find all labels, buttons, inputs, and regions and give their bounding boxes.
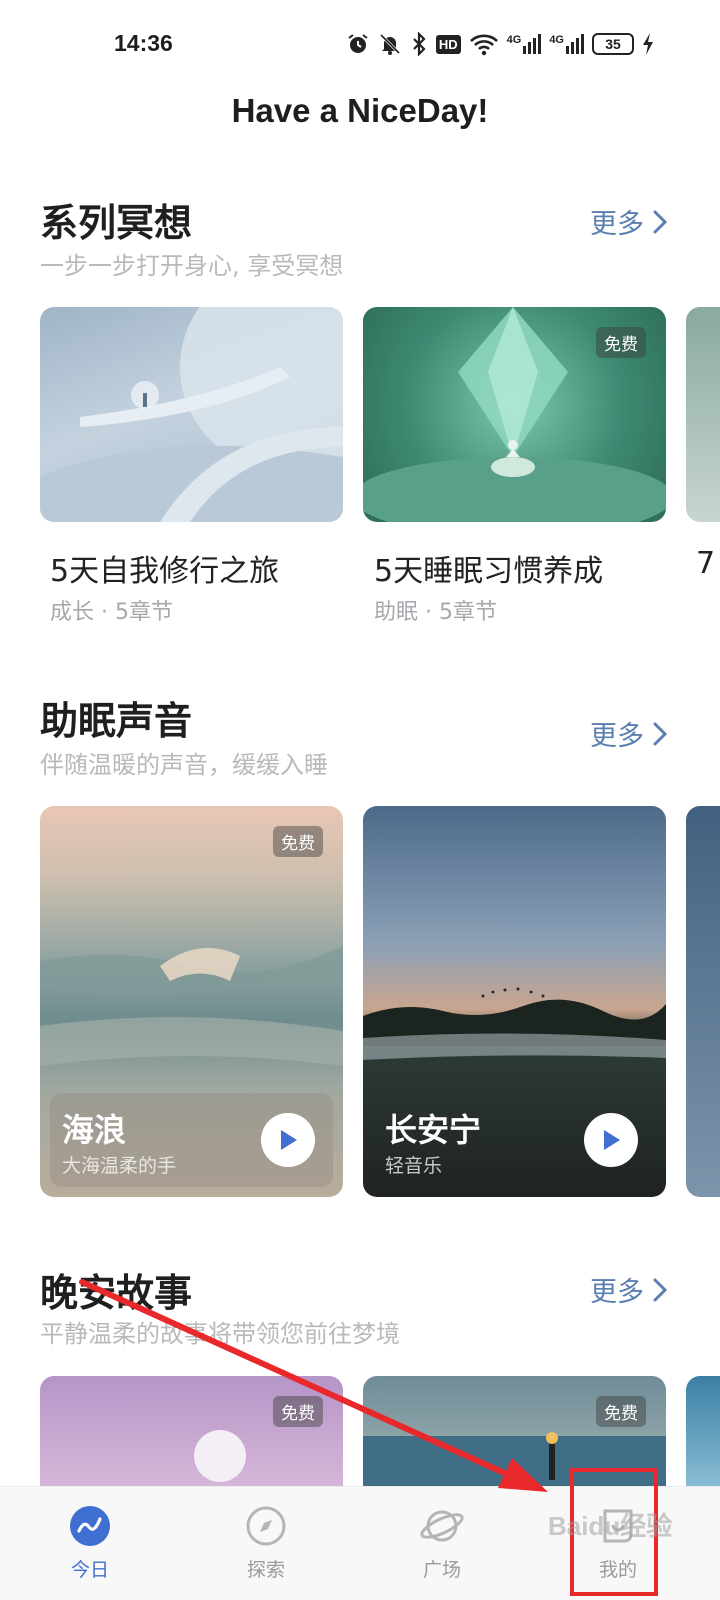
chevron-right-icon xyxy=(653,1278,668,1301)
free-badge: 免费 xyxy=(596,327,646,358)
sound-info-panel: 长安宁 轻音乐 xyxy=(373,1093,656,1187)
chevron-right-icon xyxy=(653,210,668,233)
nav-explore[interactable]: 探索 xyxy=(221,1505,311,1582)
section-title-series: 系列冥想 xyxy=(40,201,193,245)
signal-4g-icon: 4G xyxy=(507,34,542,54)
card-artwork xyxy=(363,1432,666,1496)
planet-icon xyxy=(420,1510,464,1542)
battery-indicator: 35 xyxy=(592,33,634,55)
section-title-stories: 晚安故事 xyxy=(40,1271,193,1315)
section-title-sleep-sounds: 助眠声音 xyxy=(40,699,193,743)
bluetooth-icon xyxy=(413,32,426,56)
status-time: 14:36 xyxy=(114,30,173,56)
more-link-series[interactable]: 更多 xyxy=(590,202,668,241)
series-card-3-peek[interactable] xyxy=(686,307,720,522)
free-badge: 免费 xyxy=(596,1396,646,1427)
sound-description: 大海温柔的手 xyxy=(62,1155,177,1177)
app-title: Have a NiceDay! xyxy=(231,92,489,129)
today-icon xyxy=(70,1506,110,1546)
story-card-2[interactable]: 免费 xyxy=(363,1376,666,1496)
compass-icon xyxy=(246,1506,286,1546)
play-icon xyxy=(281,1130,297,1150)
signal-4g-icon: 4G xyxy=(549,34,584,54)
free-badge: 免费 xyxy=(273,1396,323,1427)
bottom-nav: 今日 探索 广场 我的 xyxy=(0,1486,720,1600)
series-card-1[interactable] xyxy=(40,307,343,522)
section-subtitle-sleep-sounds: 伴随温暖的声音，缓缓入睡 xyxy=(40,751,328,779)
play-button[interactable] xyxy=(261,1113,315,1167)
status-bar: 14:36 HD 4G 4G 35 xyxy=(0,0,720,90)
free-badge: 免费 xyxy=(273,826,323,857)
story-card-3-peek[interactable] xyxy=(686,1376,720,1496)
more-link-sleep-sounds[interactable]: 更多 xyxy=(590,714,668,753)
sound-title: 海浪 xyxy=(62,1111,127,1149)
sound-card-changanning[interactable]: 长安宁 轻音乐 xyxy=(363,806,666,1197)
series-card-1-meta: 成长 · 5章节 xyxy=(50,600,173,625)
more-label: 更多 xyxy=(590,1277,644,1308)
nav-square[interactable]: 广场 xyxy=(397,1505,487,1582)
play-button[interactable] xyxy=(584,1113,638,1167)
card-artwork xyxy=(40,307,343,522)
nav-label: 今日 xyxy=(70,1559,109,1581)
more-label: 更多 xyxy=(590,721,644,752)
status-icons: HD 4G 4G 35 xyxy=(346,32,654,56)
sound-title: 长安宁 xyxy=(385,1111,482,1149)
sound-info-panel: 海浪 大海温柔的手 xyxy=(50,1093,333,1187)
sound-description: 轻音乐 xyxy=(385,1155,443,1177)
alarm-icon xyxy=(348,34,368,53)
more-link-stories[interactable]: 更多 xyxy=(590,1270,668,1309)
story-card-1[interactable]: 免费 xyxy=(40,1376,343,1496)
series-card-3-title-peek: 7 xyxy=(696,546,716,581)
series-card-2-title: 5天睡眠习惯养成 xyxy=(374,554,604,589)
card-artwork xyxy=(194,1430,246,1482)
nav-label: 探索 xyxy=(246,1559,285,1581)
series-card-2[interactable]: 免费 xyxy=(363,307,666,522)
nav-label: 我的 xyxy=(598,1559,637,1581)
series-card-1-title: 5天自我修行之旅 xyxy=(50,554,280,589)
profile-icon xyxy=(603,1509,633,1543)
series-card-2-meta: 助眠 · 5章节 xyxy=(374,600,497,625)
charging-icon xyxy=(643,33,653,55)
nav-mine[interactable]: 我的 xyxy=(573,1505,663,1582)
sound-card-3-peek[interactable] xyxy=(686,806,720,1197)
mute-icon xyxy=(379,33,400,55)
nav-label: 广场 xyxy=(422,1559,461,1581)
nav-today[interactable]: 今日 xyxy=(45,1505,135,1582)
section-subtitle-stories: 平静温柔的故事将带领您前往梦境 xyxy=(40,1320,400,1348)
sound-card-waves[interactable]: 免费 海浪 大海温柔的手 xyxy=(40,806,343,1197)
more-label: 更多 xyxy=(590,209,644,240)
chevron-right-icon xyxy=(653,722,668,745)
play-icon xyxy=(604,1130,620,1150)
hd-icon: HD xyxy=(435,34,461,54)
wifi-icon xyxy=(469,34,498,56)
section-subtitle-series: 一步一步打开身心, 享受冥想 xyxy=(40,252,344,280)
